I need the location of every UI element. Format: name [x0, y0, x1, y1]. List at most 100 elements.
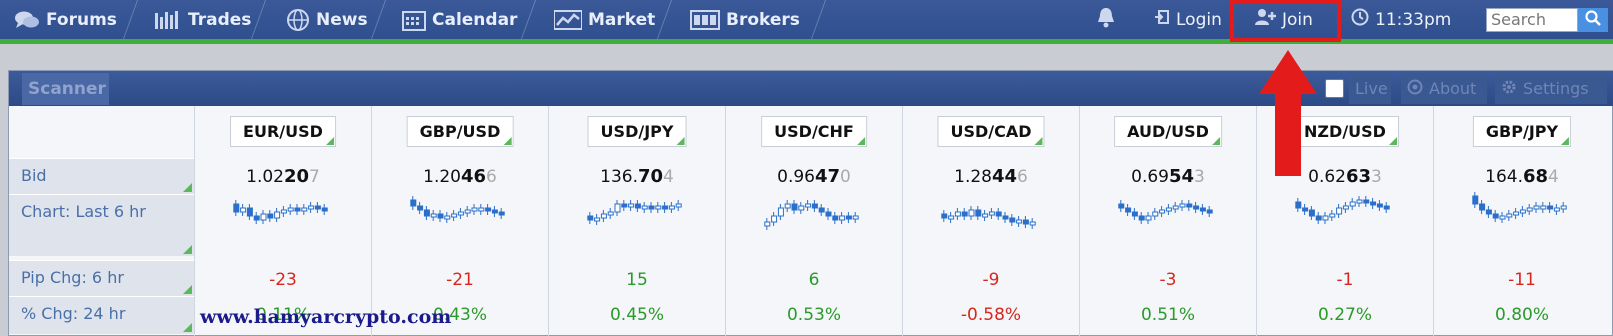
candle-body	[1492, 213, 1499, 219]
row-label-text: Chart: Last 6 hr	[21, 202, 146, 221]
bid-pipette: 6	[1017, 167, 1028, 187]
tab-news[interactable]: News	[272, 0, 368, 39]
currency-column: USD/CHF 0.96470 6 0.53%	[725, 106, 902, 336]
candle-body	[430, 213, 437, 218]
candle-body	[954, 211, 961, 217]
candle-body	[1159, 209, 1166, 214]
candle-body	[621, 203, 628, 208]
row-label-pip-change: Pip Chg: 6 hr	[9, 260, 194, 296]
percent-change-value: 0.45%	[609, 305, 664, 325]
bid-big-figure: 54	[1168, 166, 1195, 187]
search-input[interactable]: Search	[1486, 8, 1578, 32]
candle-body	[491, 209, 498, 214]
about-icon	[1407, 79, 1423, 99]
about-button[interactable]: About	[1401, 73, 1487, 104]
tab-label: News	[316, 9, 368, 30]
candlestick-chart[interactable]	[931, 186, 1051, 250]
bid-big-figure: 44	[991, 166, 1018, 187]
candle-body	[948, 215, 955, 220]
candle-body	[777, 207, 784, 217]
candlestick-chart[interactable]	[1108, 186, 1228, 250]
bid-pipette: 7	[309, 167, 320, 187]
candle-body	[655, 205, 662, 210]
bid-price: 164.684	[1434, 166, 1610, 187]
candle-body	[1302, 207, 1309, 212]
candle-body	[1295, 201, 1302, 209]
tab-calendar[interactable]: Calendar	[388, 0, 517, 39]
candle-body	[1506, 213, 1513, 218]
candlestick-chart[interactable]	[400, 186, 520, 250]
pair-label: USD/CHF	[774, 122, 854, 141]
candle-body	[1356, 199, 1363, 204]
bid-prefix: 0.96	[777, 167, 815, 187]
candle-body	[1479, 203, 1486, 211]
candlestick-chart[interactable]	[1285, 186, 1405, 250]
candle-body	[968, 209, 975, 217]
bid-price: 0.96470	[726, 166, 902, 187]
pair-name-button[interactable]: EUR/USD	[230, 116, 336, 147]
candle-body	[471, 207, 478, 212]
calendar-icon	[402, 9, 426, 31]
tab-trades[interactable]: Trades	[140, 0, 251, 39]
candlestick-chart[interactable]	[223, 186, 343, 250]
pip-change-value: -23	[269, 270, 297, 290]
tab-label: Calendar	[432, 9, 518, 30]
candle-body	[1172, 205, 1179, 210]
bid-price: 1.28446	[903, 166, 1079, 187]
clock-display: 11:33pm	[1351, 0, 1451, 39]
candle-body	[301, 207, 308, 212]
search-button[interactable]	[1578, 8, 1608, 32]
candle-body	[995, 211, 1002, 217]
tab-divider	[370, 0, 387, 39]
candle-body	[668, 205, 675, 210]
notifications-button[interactable]	[1096, 0, 1116, 39]
pair-name-button[interactable]: USD/CAD	[937, 116, 1045, 147]
tab-label: Market	[588, 9, 656, 30]
pair-name-button[interactable]: USD/CHF	[761, 116, 867, 147]
currency-column: GBP/JPY 164.684 -11 0.80%	[1433, 106, 1610, 336]
candle-body	[287, 207, 294, 212]
candle-body	[634, 203, 641, 209]
pair-name-button[interactable]: GBP/JPY	[1472, 116, 1572, 147]
bid-prefix: 136.	[600, 167, 638, 187]
tab-forums[interactable]: Forums	[0, 0, 117, 39]
red-arrow-annotation	[1259, 50, 1317, 180]
bars-icon	[154, 10, 182, 30]
pair-label: USD/CAD	[950, 122, 1032, 141]
candle-body	[267, 213, 274, 219]
candle-body	[1349, 201, 1356, 207]
globe-icon	[286, 8, 310, 32]
pair-label: GBP/USD	[419, 122, 501, 141]
candlestick-chart[interactable]	[1462, 186, 1582, 250]
chart-icon	[554, 9, 582, 30]
candle-body	[607, 211, 614, 216]
settings-button[interactable]: Settings	[1495, 73, 1607, 104]
bid-prefix: 1.28	[954, 167, 992, 187]
candle-body	[451, 213, 458, 218]
pair-name-button[interactable]: GBP/USD	[406, 116, 514, 147]
bid-prefix: 1.20	[423, 167, 461, 187]
login-button[interactable]: Login	[1154, 0, 1222, 39]
candlestick-chart[interactable]	[577, 186, 697, 250]
candle-body	[321, 207, 328, 212]
candle-body	[1022, 219, 1029, 225]
row-label-percent-change: % Chg: 24 hr	[9, 296, 194, 334]
pair-name-button[interactable]: AUD/USD	[1114, 116, 1222, 147]
pair-name-button[interactable]: USD/JPY	[587, 116, 687, 147]
candlestick-chart[interactable]	[754, 186, 874, 250]
candle-body	[1376, 203, 1383, 208]
live-checkbox[interactable]	[1325, 79, 1344, 98]
tab-brokers[interactable]: Brokers	[676, 0, 800, 39]
candle-body	[818, 207, 825, 213]
bid-big-figure: 20	[283, 166, 310, 187]
tab-label: Forums	[46, 9, 117, 30]
bid-pipette: 4	[663, 167, 674, 187]
candle-body	[1029, 221, 1036, 226]
candle-body	[444, 215, 451, 220]
candle-body	[1540, 205, 1547, 210]
pip-change-value: -1	[1336, 270, 1354, 290]
tab-market[interactable]: Market	[540, 0, 655, 39]
gear-icon	[1501, 79, 1517, 99]
candle-body	[839, 215, 846, 221]
percent-change-value: 0.53%	[786, 305, 841, 325]
